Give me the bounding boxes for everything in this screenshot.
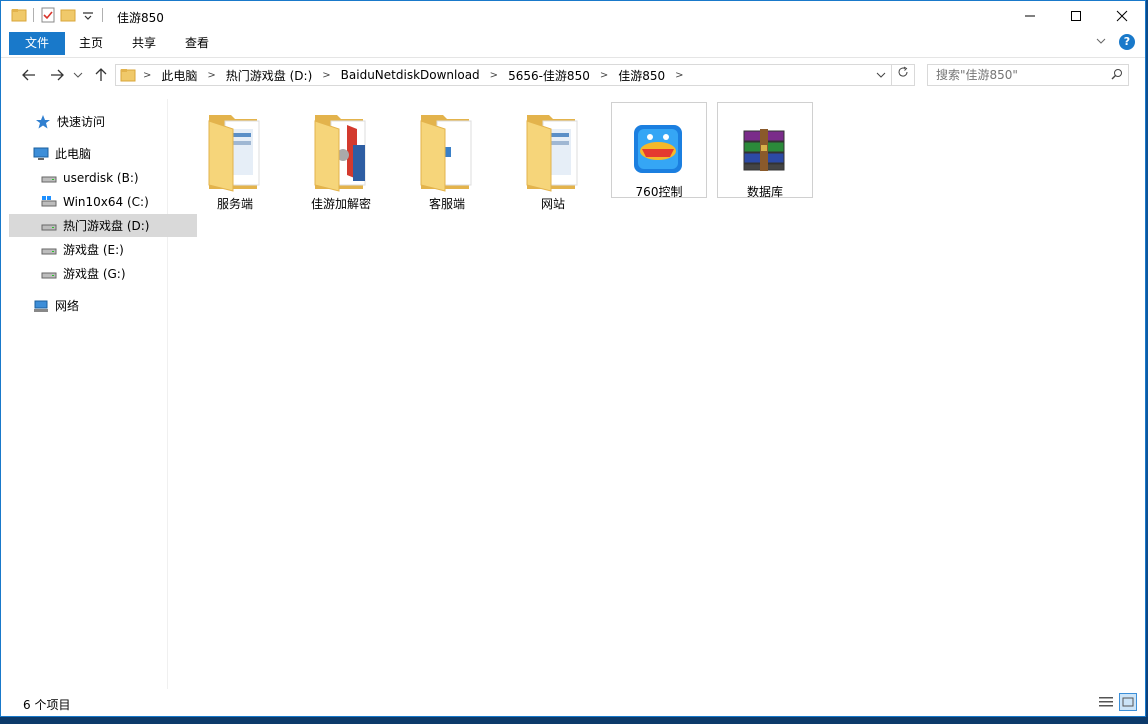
file-name: 760控制 [635, 185, 683, 199]
winrar-archive-icon [718, 111, 812, 181]
sidebar-item-quick-access[interactable]: 快速访问 [9, 110, 191, 133]
recent-locations-button[interactable] [71, 65, 85, 85]
computer-icon [33, 146, 49, 162]
sidebar-item-label: 游戏盘 (E:) [63, 243, 124, 257]
taskbar-edge [0, 717, 1148, 724]
maximize-button[interactable] [1053, 1, 1099, 31]
chevron-right-icon[interactable]: > [595, 70, 613, 81]
file-name: 数据库 [746, 185, 783, 199]
file-item-folder[interactable]: 客服端 [399, 103, 495, 213]
breadcrumb-5656[interactable]: 5656-佳游850 [503, 67, 595, 84]
back-button[interactable] [19, 65, 39, 85]
search-input[interactable] [928, 67, 1106, 83]
sidebar-item-this-pc[interactable]: 此电脑 [9, 142, 189, 165]
ribbon-tabs: 文件 主页 共享 查看 ? [1, 32, 1145, 56]
title-bar: 佳游850 [1, 1, 1145, 32]
chevron-right-icon[interactable]: > [138, 70, 156, 81]
help-icon[interactable]: ? [1119, 34, 1135, 50]
drive-icon [41, 218, 57, 234]
navigation-pane: 快速访问 此电脑 userdisk (B:) Win10x64 (C:) 热门游… [9, 99, 197, 689]
breadcrumb-current[interactable]: 佳游850 [613, 67, 670, 84]
properties-icon[interactable] [40, 7, 56, 23]
chevron-right-icon[interactable]: > [202, 70, 220, 81]
chevron-right-icon[interactable]: > [317, 70, 335, 81]
file-item-archive[interactable]: 数据库 [717, 102, 813, 199]
explorer-window: 佳游850 文件 主页 共享 查看 ? > 此电脑 > 热门游戏盘 (D:) >… [0, 0, 1146, 717]
app-icon [612, 111, 706, 181]
address-bar[interactable]: > 此电脑 > 热门游戏盘 (D:) > BaiduNetdiskDownloa… [115, 64, 915, 86]
file-item-folder[interactable]: 佳游加解密 [293, 103, 389, 213]
item-count: 6 个项目 [23, 698, 71, 712]
refresh-button[interactable] [891, 65, 914, 85]
file-list: 服务端 佳游加解密 客服端 网站 760控制 数据库 [169, 99, 1137, 689]
chevron-right-icon[interactable]: > [485, 70, 503, 81]
folder-icon [407, 107, 487, 193]
file-name: 服务端 [216, 197, 253, 211]
tab-share[interactable]: 共享 [117, 32, 171, 55]
sidebar-item-label: 热门游戏盘 (D:) [63, 219, 150, 233]
sidebar-item-label: 游戏盘 (G:) [63, 267, 126, 281]
file-name: 佳游加解密 [310, 197, 371, 211]
close-button[interactable] [1099, 1, 1145, 31]
address-history-dropdown[interactable] [870, 69, 891, 82]
toolbar-separator [33, 8, 34, 22]
view-switcher [1097, 693, 1137, 711]
folder-icon [120, 67, 136, 83]
sidebar-item-label: Win10x64 (C:) [63, 194, 149, 209]
sidebar-item-label: 快速访问 [57, 115, 106, 129]
sidebar-item-label: 网络 [55, 299, 80, 313]
quick-access-toolbar [11, 7, 105, 23]
breadcrumb-this-pc[interactable]: 此电脑 [156, 67, 202, 84]
sidebar-item-label: userdisk (B:) [63, 170, 139, 185]
file-name: 客服端 [428, 197, 465, 211]
search-box[interactable] [927, 64, 1129, 86]
network-icon [33, 298, 49, 314]
drive-icon [41, 266, 57, 282]
search-icon[interactable] [1106, 68, 1128, 83]
new-folder-icon[interactable] [60, 7, 76, 23]
forward-button[interactable] [47, 65, 67, 85]
folder-icon [301, 107, 381, 193]
large-icons-view-button[interactable] [1119, 693, 1137, 711]
file-item-folder[interactable]: 网站 [505, 103, 601, 213]
breadcrumb-drive-d[interactable]: 热门游戏盘 (D:) [221, 67, 317, 84]
up-button[interactable] [91, 65, 111, 85]
expand-ribbon-icon[interactable] [1095, 35, 1107, 50]
file-item-folder[interactable]: 服务端 [187, 103, 283, 213]
window-title: 佳游850 [117, 11, 164, 25]
sidebar-item-label: 此电脑 [55, 147, 92, 161]
breadcrumb: > 此电脑 > 热门游戏盘 (D:) > BaiduNetdiskDownloa… [116, 67, 870, 84]
navigation-bar: > 此电脑 > 热门游戏盘 (D:) > BaiduNetdiskDownloa… [1, 57, 1145, 94]
file-item-app[interactable]: 760控制 [611, 102, 707, 199]
tab-file[interactable]: 文件 [9, 32, 65, 55]
chevron-right-icon[interactable]: > [670, 70, 688, 81]
folder-icon [195, 107, 275, 193]
toolbar-separator [102, 8, 103, 22]
tab-view[interactable]: 查看 [171, 32, 223, 55]
file-name: 网站 [540, 197, 565, 211]
ribbon-right-controls: ? [1095, 34, 1135, 50]
drive-icon [41, 242, 57, 258]
folder-icon[interactable] [11, 7, 27, 23]
window-controls [1007, 1, 1145, 31]
drive-icon [41, 170, 57, 186]
tab-home[interactable]: 主页 [65, 32, 117, 55]
status-bar: 6 个项目 [1, 690, 1145, 716]
folder-icon [513, 107, 593, 193]
sidebar-item-network[interactable]: 网络 [9, 294, 189, 317]
details-view-button[interactable] [1097, 693, 1115, 711]
breadcrumb-baidu-download[interactable]: BaiduNetdiskDownload [336, 68, 485, 82]
windows-drive-icon [41, 194, 57, 210]
customize-dropdown-icon[interactable] [80, 7, 96, 23]
minimize-button[interactable] [1007, 1, 1053, 31]
star-icon [35, 114, 51, 130]
